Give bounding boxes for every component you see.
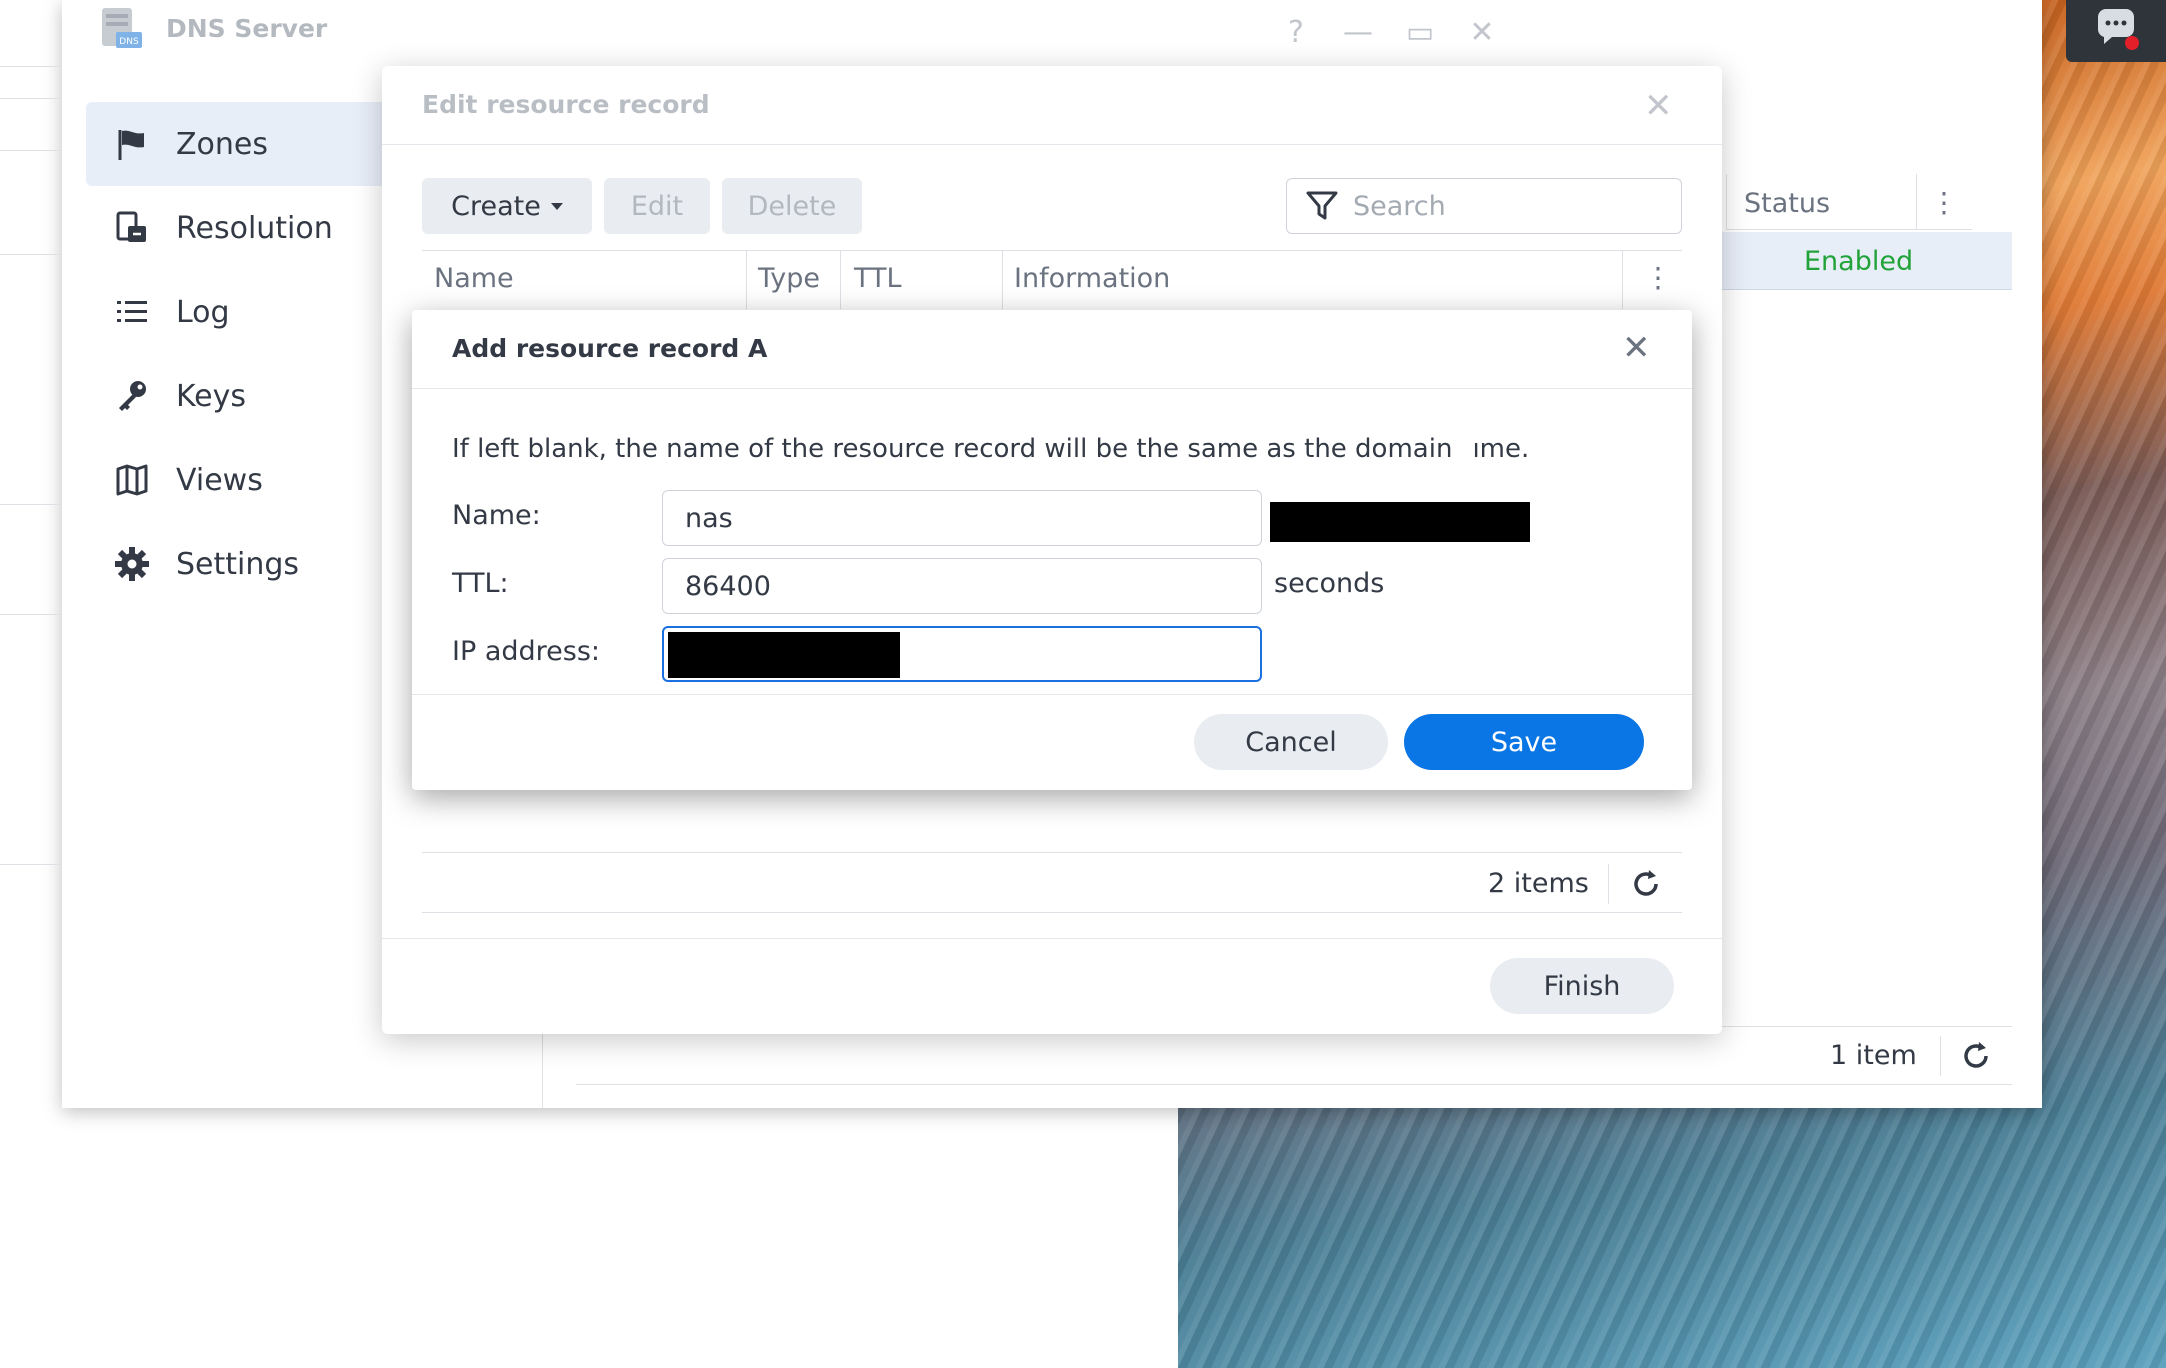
gear-icon <box>112 544 152 584</box>
record-table-header: Name Type TTL Information ⋮ <box>422 250 1682 309</box>
filter-icon <box>1306 191 1338 220</box>
close-window-button[interactable]: ✕ <box>1462 12 1502 52</box>
column-separator <box>1916 174 1917 230</box>
add-resource-record-dialog: Add resource record A ✕ If left blank, t… <box>412 310 1692 790</box>
resolution-icon <box>112 208 152 248</box>
name-field-label: Name: <box>452 500 541 531</box>
cancel-button[interactable]: Cancel <box>1194 714 1388 770</box>
caret-down-icon <box>550 202 563 210</box>
chat-bubble-icon <box>2097 9 2139 50</box>
ttl-field-label: TTL: <box>452 568 509 599</box>
column-separator <box>840 251 841 309</box>
dialog-footer-divider <box>382 938 1722 939</box>
sidebar-item-label: Resolution <box>176 210 333 246</box>
column-menu-icon[interactable]: ⋮ <box>1930 186 1958 219</box>
column-separator <box>746 251 747 309</box>
sidebar-item-label: Keys <box>176 378 247 414</box>
flag-icon <box>112 124 152 164</box>
name-field[interactable] <box>662 490 1262 546</box>
column-header-status[interactable]: Status <box>1744 188 1830 219</box>
dns-app-icon: DNS <box>102 8 142 48</box>
column-header-information[interactable]: Information <box>1014 263 1170 294</box>
dialog-footer-divider <box>412 694 1692 695</box>
refresh-icon[interactable] <box>1628 866 1664 902</box>
footer-divider <box>422 912 1682 913</box>
dialog-title: Add resource record A <box>452 334 768 363</box>
create-button[interactable]: Create <box>422 178 592 234</box>
column-separator <box>1726 174 1727 230</box>
app-title: DNS Server <box>166 14 328 43</box>
save-button[interactable]: Save <box>1404 714 1644 770</box>
dialog-header-divider <box>412 388 1692 389</box>
edit-button[interactable]: Edit <box>604 178 710 234</box>
delete-button[interactable]: Delete <box>722 178 862 234</box>
map-icon <box>112 460 152 500</box>
minimize-button[interactable]: — <box>1338 12 1378 52</box>
close-icon[interactable]: ✕ <box>1644 86 1673 126</box>
refresh-icon[interactable] <box>1958 1038 1994 1074</box>
description-text: If left blank, the name of the resource … <box>452 434 1453 464</box>
description-mask <box>1452 435 1473 464</box>
ip-field-label: IP address: <box>452 636 600 667</box>
create-label: Create <box>451 190 541 222</box>
column-header-name[interactable]: Name <box>434 263 514 294</box>
sidebar-item-label: Zones <box>176 126 269 162</box>
record-item-count: 2 items <box>1488 868 1589 899</box>
sidebar-item-label: Log <box>176 294 230 330</box>
dialog-description: If left blank, the name of the resource … <box>452 434 1529 464</box>
sidebar-item-label: Settings <box>176 546 300 582</box>
column-header-type[interactable]: Type <box>758 263 820 294</box>
redacted-domain <box>1270 502 1530 542</box>
list-icon <box>112 292 152 332</box>
key-icon <box>112 376 152 416</box>
footer-divider <box>422 852 1682 853</box>
dialog-title: Edit resource record <box>422 90 710 119</box>
footer-separator <box>1608 864 1609 904</box>
maximize-button[interactable]: ▭ <box>1400 12 1440 52</box>
ttl-unit-label: seconds <box>1274 568 1385 599</box>
description-text-end: ıme. <box>1472 434 1530 464</box>
search-input[interactable] <box>1353 190 1653 222</box>
dialog-header-divider <box>382 144 1722 145</box>
footer-divider <box>576 1084 2012 1085</box>
search-box[interactable] <box>1286 178 1682 234</box>
sidebar-item-label: Views <box>176 462 263 498</box>
titlebar: DNS DNS Server ? — ▭ ✕ <box>62 0 2042 62</box>
column-header-ttl[interactable]: TTL <box>854 263 902 294</box>
redacted-ip-address <box>668 632 900 678</box>
zone-status-badge: Enabled <box>1804 246 1914 277</box>
column-separator <box>1002 251 1003 309</box>
ttl-field[interactable] <box>662 558 1262 614</box>
column-separator <box>1622 251 1623 309</box>
zone-item-count: 1 item <box>1830 1040 1917 1071</box>
column-menu-icon[interactable]: ⋮ <box>1644 261 1672 294</box>
close-icon[interactable]: ✕ <box>1622 328 1651 368</box>
chat-widget[interactable] <box>2066 0 2166 62</box>
app-icon-text: DNS <box>119 37 139 47</box>
help-button[interactable]: ? <box>1276 12 1316 52</box>
footer-separator <box>1940 1036 1941 1076</box>
finish-button[interactable]: Finish <box>1490 958 1674 1014</box>
